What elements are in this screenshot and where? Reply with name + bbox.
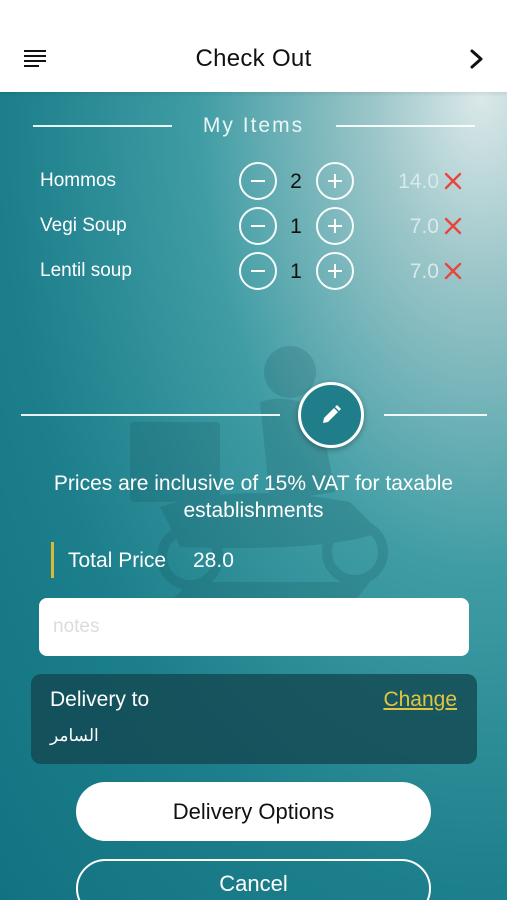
list-item: Hommos 2 14.0 (0, 162, 507, 202)
item-quantity: 1 (290, 260, 302, 283)
delivery-address: السامر (50, 726, 99, 745)
item-name: Hommos (40, 170, 117, 191)
edit-order-button[interactable] (298, 382, 364, 448)
remove-item-icon[interactable] (444, 262, 462, 280)
total-price-label: Total Price (68, 549, 167, 572)
remove-item-icon[interactable] (444, 172, 462, 190)
item-name: Lentil soup (40, 260, 132, 281)
total-price-value: 28.0 (193, 549, 234, 572)
change-address-link[interactable]: Change (383, 688, 457, 712)
item-quantity: 1 (290, 215, 302, 238)
item-price: 7.0 (409, 260, 439, 283)
decrease-quantity-button[interactable] (239, 252, 277, 290)
increase-quantity-button[interactable] (316, 162, 354, 200)
decrease-quantity-button[interactable] (239, 207, 277, 245)
item-name: Vegi Soup (40, 215, 127, 236)
delivery-options-button[interactable]: Delivery Options (76, 782, 431, 841)
list-item: Lentil soup 1 7.0 (0, 252, 507, 292)
vat-note: Prices are inclusive of 15% VAT for taxa… (53, 472, 454, 522)
delivery-card: Delivery to Change السامر (31, 674, 477, 764)
divider-right (384, 414, 487, 416)
notes-input[interactable] (39, 598, 469, 656)
divider-left (21, 414, 280, 416)
page-title: Check Out (195, 45, 312, 72)
checkout-panel: My Items Hommos 2 14.0 Vegi Soup 1 7.0 L… (0, 92, 507, 900)
increase-quantity-button[interactable] (316, 252, 354, 290)
app-header: Check Out (0, 0, 507, 92)
cancel-button[interactable]: Cancel (76, 859, 431, 900)
heading-rule-right (336, 125, 475, 127)
item-price: 14.0 (398, 170, 439, 193)
list-item: Vegi Soup 1 7.0 (0, 207, 507, 247)
item-price: 7.0 (409, 215, 439, 238)
remove-item-icon[interactable] (444, 217, 462, 235)
increase-quantity-button[interactable] (316, 207, 354, 245)
total-accent-bar (51, 542, 54, 578)
chevron-right-icon[interactable] (469, 48, 485, 70)
delivery-to-label: Delivery to (50, 688, 150, 711)
decrease-quantity-button[interactable] (239, 162, 277, 200)
item-quantity: 2 (290, 170, 302, 193)
